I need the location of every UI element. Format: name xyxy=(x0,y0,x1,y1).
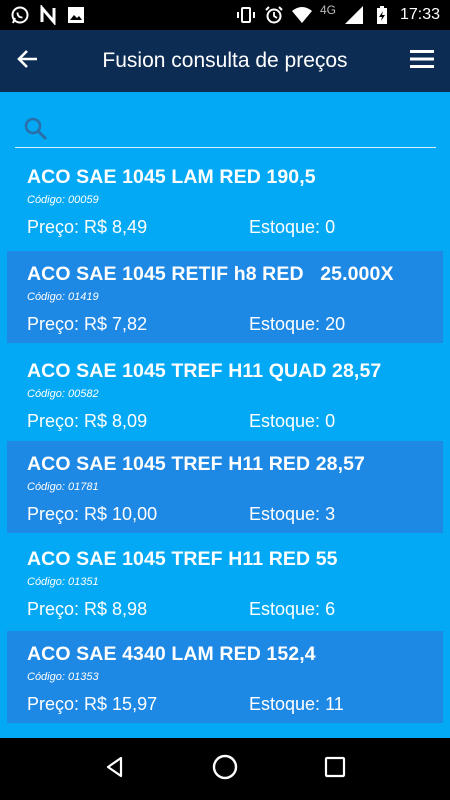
hamburger-menu-icon xyxy=(409,48,435,75)
product-price-row: Preço: R$ 15,97 xyxy=(27,694,157,715)
product-name: ACO SAE 4340 LAM RED 152,4 xyxy=(27,643,316,665)
signal-icon xyxy=(344,5,364,25)
stock-label: Estoque: xyxy=(249,411,326,431)
product-stock-row: Estoque: 0 xyxy=(249,217,335,238)
code-label: Código: xyxy=(27,291,68,303)
product-price: 8,09 xyxy=(112,411,148,431)
search-bar xyxy=(15,110,436,148)
circle-home-icon xyxy=(211,753,239,786)
product-price: 8,98 xyxy=(112,599,148,619)
image-icon xyxy=(66,5,86,25)
app-bar: Fusion consulta de preços xyxy=(0,30,450,92)
product-code: 01419 xyxy=(67,291,99,303)
product-stock: 0 xyxy=(325,411,336,431)
product-stock: 3 xyxy=(325,504,336,524)
status-bar: 4G 17:33 xyxy=(0,0,450,30)
nav-recents-button[interactable] xyxy=(315,749,355,789)
product-stock: 0 xyxy=(325,217,336,237)
product-item[interactable]: ACO SAE 1045 TREF H11 QUAD 28,57 Código:… xyxy=(7,348,443,440)
vibrate-icon xyxy=(236,5,256,25)
price-label: Preço: R$ xyxy=(27,411,113,431)
product-code-row: Código: 00059 xyxy=(27,194,99,206)
nav-home-button[interactable] xyxy=(205,749,245,789)
product-item[interactable]: ACO SAE 4340 LAM RED 152,4 Código: 01353… xyxy=(7,631,443,723)
product-stock: 11 xyxy=(325,694,344,714)
product-item[interactable]: ACO SAE 1045 TREF H11 RED 28,57 Código: … xyxy=(7,441,443,533)
product-code-row: Código: 01353 xyxy=(27,671,99,683)
product-price-row: Preço: R$ 8,49 xyxy=(27,217,147,238)
product-code: 01353 xyxy=(67,671,99,683)
product-price: 15,97 xyxy=(112,694,158,714)
price-label: Preço: R$ xyxy=(27,504,113,524)
stock-label: Estoque: xyxy=(249,599,326,619)
product-stock-row: Estoque: 3 xyxy=(249,504,335,525)
menu-button[interactable] xyxy=(394,30,450,92)
product-price-row: Preço: R$ 7,82 xyxy=(27,314,147,335)
product-code-row: Código: 01351 xyxy=(27,576,99,588)
product-price: 8,49 xyxy=(112,217,148,237)
code-label: Código: xyxy=(27,671,68,683)
product-name: ACO SAE 1045 TREF H11 RED 55 xyxy=(27,548,338,570)
product-price: 7,82 xyxy=(112,314,148,334)
code-label: Código: xyxy=(27,576,68,588)
stock-label: Estoque: xyxy=(249,694,326,714)
product-name: ACO SAE 1045 LAM RED 190,5 xyxy=(27,166,316,188)
nav-back-button[interactable] xyxy=(95,749,135,789)
triangle-back-icon xyxy=(103,755,127,784)
network-type: 4G xyxy=(319,3,336,17)
product-code: 01781 xyxy=(67,481,99,493)
code-label: Código: xyxy=(27,388,68,400)
product-price-row: Preço: R$ 10,00 xyxy=(27,504,157,525)
square-recents-icon xyxy=(324,756,346,783)
battery-charging-icon xyxy=(372,5,392,25)
stock-label: Estoque: xyxy=(249,314,326,334)
page-title: Fusion consulta de preços xyxy=(102,49,348,72)
product-code: 01351 xyxy=(67,576,99,588)
product-name: ACO SAE 1045 RETIF h8 RED 25.000X xyxy=(27,263,394,285)
price-label: Preço: R$ xyxy=(27,694,113,714)
product-list[interactable]: ACO SAE 1045 LAM RED 190,5 Código: 00059… xyxy=(0,154,450,738)
product-name: ACO SAE 1045 TREF H11 RED 28,57 xyxy=(27,453,365,475)
whatsapp-icon xyxy=(10,5,30,25)
n-app-icon xyxy=(38,5,58,25)
stock-label: Estoque: xyxy=(249,504,326,524)
product-price-row: Preço: R$ 8,98 xyxy=(27,599,147,620)
product-code: 00059 xyxy=(67,194,99,206)
product-code-row: Código: 01419 xyxy=(27,291,99,303)
product-item[interactable]: ACO SAE 1045 RETIF h8 RED 25.000X Código… xyxy=(7,251,443,343)
product-stock-row: Estoque: 11 xyxy=(249,694,344,715)
search-input[interactable] xyxy=(49,113,436,144)
alarm-icon xyxy=(264,5,284,25)
product-code-row: Código: 01781 xyxy=(27,481,99,493)
product-code-row: Código: 00582 xyxy=(27,388,99,400)
wifi-icon xyxy=(291,5,312,25)
product-code: 00582 xyxy=(67,388,99,400)
product-price-row: Preço: R$ 8,09 xyxy=(27,411,147,432)
price-label: Preço: R$ xyxy=(27,217,113,237)
product-item[interactable]: ACO SAE 1045 TREF H11 RED 55 Código: 013… xyxy=(7,536,443,628)
price-label: Preço: R$ xyxy=(27,314,113,334)
product-price: 10,00 xyxy=(112,504,158,524)
product-stock-row: Estoque: 6 xyxy=(249,599,335,620)
back-button[interactable] xyxy=(0,30,56,92)
product-name: ACO SAE 1045 TREF H11 QUAD 28,57 xyxy=(27,360,382,382)
product-stock: 6 xyxy=(325,599,336,619)
product-stock-row: Estoque: 0 xyxy=(249,411,335,432)
product-stock: 20 xyxy=(325,314,346,334)
code-label: Código: xyxy=(27,481,68,493)
code-label: Código: xyxy=(27,194,68,206)
navigation-bar xyxy=(0,738,450,800)
search-icon[interactable] xyxy=(23,116,49,142)
product-stock-row: Estoque: 20 xyxy=(249,314,345,335)
price-label: Preço: R$ xyxy=(27,599,113,619)
product-item[interactable]: ACO SAE 1045 LAM RED 190,5 Código: 00059… xyxy=(7,154,443,246)
clock: 17:33 xyxy=(399,6,440,23)
arrow-left-icon xyxy=(16,47,40,76)
stock-label: Estoque: xyxy=(249,217,326,237)
